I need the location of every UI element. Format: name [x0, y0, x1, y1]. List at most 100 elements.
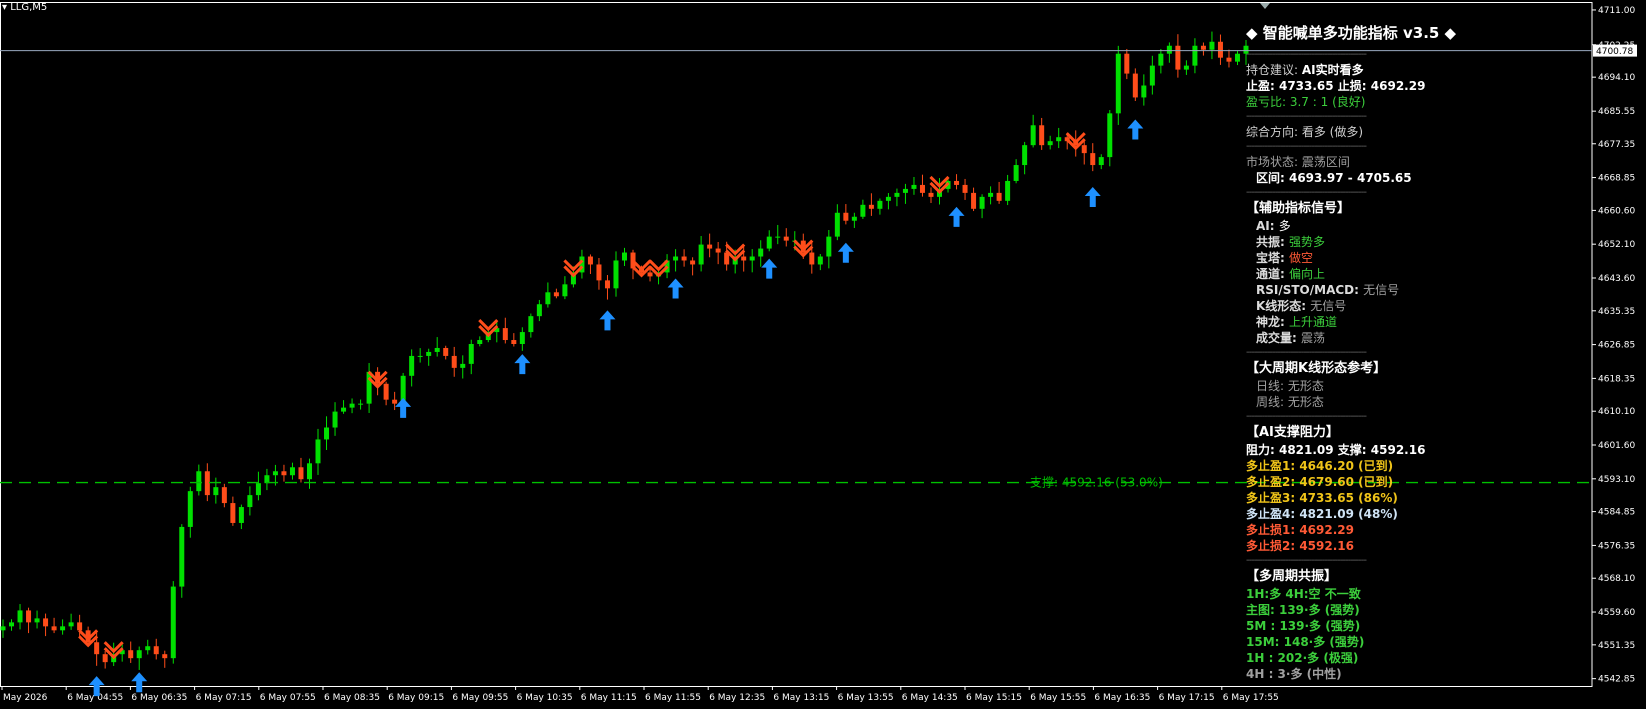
y-tick-label: 4618.35 [1598, 374, 1635, 384]
candle-body [877, 200, 883, 209]
aux-signal-label: 通道: [1256, 267, 1289, 281]
aux-signal-label: K线形态: [1256, 299, 1311, 313]
candle-body [1056, 137, 1062, 142]
candle-body [230, 503, 236, 523]
candle-body [1141, 85, 1147, 98]
tp-sl-line: 止盈: 4733.65 止损: 4692.29 [1246, 79, 1426, 93]
aux-signal-label: AI: [1256, 219, 1279, 233]
candle-body [996, 192, 1002, 201]
risk-reward: 盈亏比: 3.7 : 1 (良好) [1246, 95, 1366, 109]
candle-body [519, 332, 525, 344]
x-tick-label: 6 May 07:55 [260, 693, 316, 703]
support-label: 支撑: 4592.16 (53.0%) [1030, 475, 1163, 490]
candle-body [553, 292, 559, 297]
candle-body [34, 618, 40, 623]
aux-signal-item: 成交量: 震荡 [1246, 330, 1546, 346]
y-tick-label: 4677.35 [1598, 140, 1635, 150]
candle-body [1090, 153, 1096, 166]
candle-body [962, 184, 968, 193]
candle-body [690, 260, 696, 265]
buy-arrow-icon [1127, 119, 1144, 140]
range: 区间: 4693.97 - 4705.65 [1256, 171, 1412, 185]
candle-body [213, 487, 219, 496]
x-tick-label: 6 May 10:35 [517, 693, 573, 703]
y-tick-label: 4559.60 [1598, 608, 1635, 618]
candle-body [1005, 180, 1011, 201]
x-tick-label: 6 May 11:55 [645, 693, 701, 703]
candle-body [43, 618, 49, 627]
candle-body [843, 212, 849, 221]
candle-body [221, 487, 227, 504]
candle-body [834, 212, 840, 237]
y-tick-label: 4601.60 [1598, 441, 1635, 451]
buy-arrow-icon [1084, 187, 1101, 208]
candle-body [349, 403, 355, 408]
y-tick-label: 4694.10 [1598, 73, 1635, 83]
candle-body [860, 204, 866, 217]
y-tick-label: 4551.35 [1598, 641, 1635, 651]
aux-signal-item: 共振: 强势多 [1246, 234, 1546, 250]
candle-body [673, 256, 679, 261]
candle-body [153, 646, 159, 655]
x-tick-label: 6 May 07:15 [196, 693, 252, 703]
aux-signal-item: K线形态: 无信号 [1246, 298, 1546, 314]
candle-body [979, 196, 985, 209]
candle-body [77, 622, 83, 631]
candle-body [306, 463, 312, 480]
x-tick-label: May 2026 [3, 693, 48, 703]
candle-body [954, 180, 960, 185]
candle-body [451, 355, 457, 368]
candle-body [358, 403, 364, 405]
buy-arrow-icon [131, 672, 148, 693]
aux-signal-label: 共振: [1256, 235, 1289, 249]
candle-body [247, 495, 253, 508]
current-price-label: 4700.78 [1596, 47, 1633, 57]
candle-body [971, 192, 977, 209]
candle-body [383, 383, 389, 400]
candle-body [68, 622, 74, 627]
y-tick-label: 4652.10 [1598, 240, 1635, 250]
candle-body [1158, 53, 1164, 66]
candle-body [851, 216, 857, 221]
candle-body [196, 471, 202, 492]
aux-signal-item: 宝塔: 做空 [1246, 250, 1546, 266]
aux-signal-value: 上升通道 [1288, 315, 1337, 329]
candle-body [162, 654, 168, 659]
candle-body [1132, 73, 1138, 98]
separator: ----------------------------------------… [1246, 111, 1367, 122]
mtf-item: 15M: 148·多 (强势) [1246, 635, 1365, 649]
candle-body [341, 407, 347, 412]
candle-body [587, 256, 593, 265]
x-tick-label: 6 May 15:55 [1030, 693, 1086, 703]
x-tick-label: 6 May 17:55 [1223, 693, 1279, 703]
candle-body [1115, 53, 1121, 114]
indicator-panel: ◆ 智能喊单多功能指标 v3.5 ◆ ---------------------… [1246, 22, 1546, 682]
aux-signal-item: 神龙: 上升通道 [1246, 314, 1546, 330]
candle-body [928, 192, 934, 197]
candle-body [426, 351, 432, 356]
hold-advice: 持仓建议: AI实时看多 [1246, 63, 1364, 77]
candle-body [179, 526, 185, 587]
candle-body [1234, 53, 1240, 62]
candle-body [17, 610, 23, 623]
candle-body [1226, 57, 1232, 62]
candle-body [1183, 65, 1189, 70]
direction: 综合方向: 看多 (做多) [1246, 125, 1364, 139]
candle-body [809, 252, 815, 265]
buy-arrow-icon [599, 310, 616, 331]
candle-body [902, 188, 908, 193]
x-tick-label: 6 May 06:35 [131, 693, 187, 703]
candle-body [1175, 45, 1181, 70]
buy-arrow-icon [667, 278, 684, 299]
symbol-dropdown-icon[interactable]: ▾ [2, 2, 7, 13]
mtf-heading: 【多周期共振】 [1246, 569, 1338, 584]
y-tick-label: 4610.10 [1598, 407, 1635, 417]
candle-body [1166, 45, 1172, 54]
candle-body [1209, 41, 1215, 50]
candle-body [26, 610, 32, 623]
candle-body [0, 626, 6, 631]
x-tick-label: 6 May 14:35 [902, 693, 958, 703]
sr-item: 多止盈2: 4679.60 (已到) [1246, 475, 1394, 489]
candle-body [562, 284, 568, 297]
candle-body [417, 355, 423, 357]
